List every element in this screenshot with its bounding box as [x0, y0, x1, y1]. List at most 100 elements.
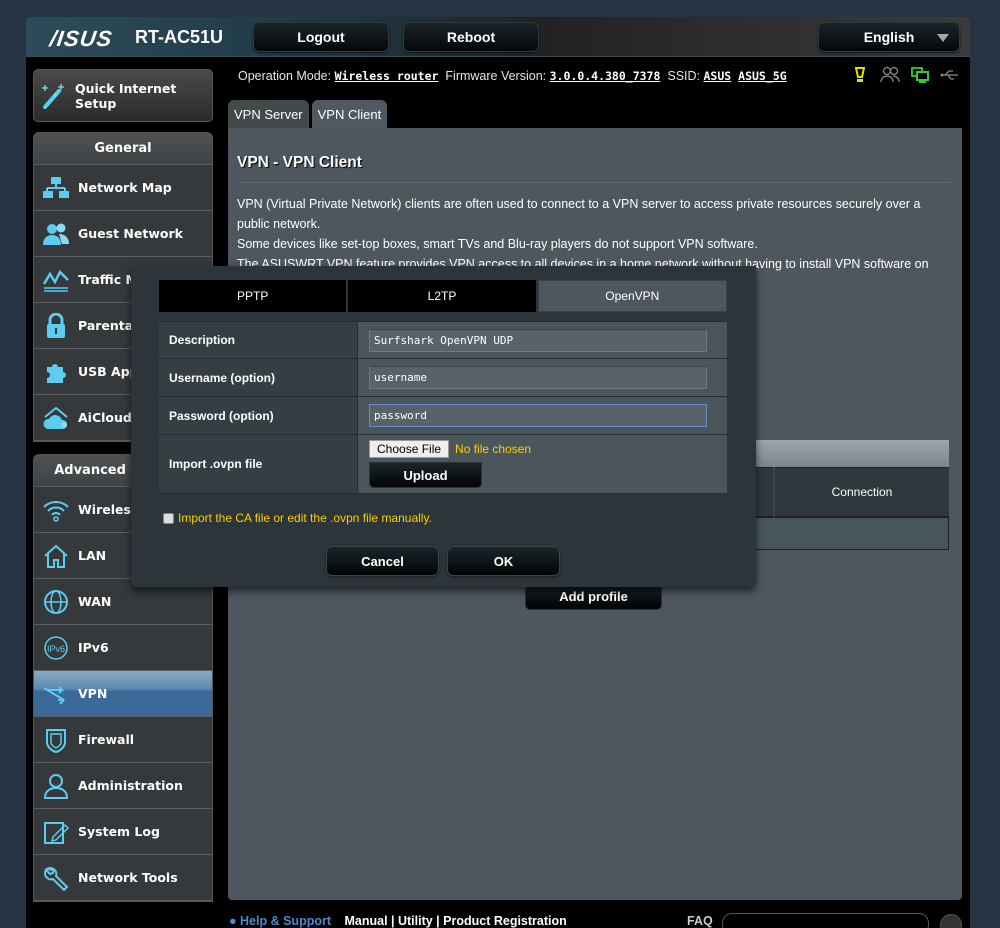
password-cell: password	[358, 397, 727, 434]
status-icons	[850, 66, 960, 84]
description-paragraph: Some devices like set-top boxes, smart T…	[237, 237, 758, 251]
sidebar-item-label: Administration	[78, 778, 183, 793]
sidebar-item-system-log[interactable]: System Log	[34, 809, 212, 855]
firmware-label: Firmware Version:	[445, 69, 547, 83]
form-row-description: Description Surfshark OpenVPN UDP	[159, 321, 727, 359]
username-input[interactable]: username	[369, 366, 707, 389]
sidebar-item-guest-network[interactable]: Guest Network	[34, 211, 212, 257]
general-menu-title: General	[34, 133, 212, 165]
wifi-icon	[34, 498, 78, 522]
file-upload-area: Choose File No file chosen Upload	[369, 436, 531, 492]
import-cell: Choose File No file chosen Upload	[358, 435, 727, 493]
vpn-tabs: VPN Server VPN Client	[228, 100, 388, 128]
sidebar-item-label: Network Map	[78, 180, 172, 195]
sidebar-item-label: System Log	[78, 824, 160, 839]
language-value: English	[863, 29, 915, 45]
vpn-profile-dialog: PPTP L2TP OpenVPN Description Surfshark …	[131, 266, 756, 587]
sidebar-item-label: Firewall	[78, 732, 135, 747]
quick-internet-setup-button[interactable]: Quick Internet Setup	[33, 69, 213, 122]
footer: ● Help & Support Manual | Utility | Prod…	[229, 914, 567, 928]
network-map-icon	[34, 176, 78, 200]
ca-option: Import the CA file or edit the .ovpn fil…	[163, 511, 432, 525]
led-icon[interactable]	[850, 66, 870, 84]
username-label: Username (option)	[159, 359, 358, 396]
choose-file-button[interactable]: Choose File	[369, 440, 450, 458]
clients-icon[interactable]	[880, 66, 900, 84]
operation-mode-link[interactable]: Wireless router	[335, 69, 439, 83]
ssid-link-5g[interactable]: ASUS_5G	[738, 69, 786, 83]
ok-button[interactable]: OK	[447, 546, 560, 576]
tab-l2tp[interactable]: L2TP	[348, 280, 538, 312]
sidebar-item-administration[interactable]: Administration	[34, 763, 212, 809]
password-label: Password (option)	[159, 397, 358, 434]
language-select[interactable]: English	[818, 22, 960, 52]
sidebar-item-ipv6[interactable]: IPv6 IPv6	[34, 625, 212, 671]
page-title: VPN - VPN Client	[237, 154, 362, 171]
page-description: VPN (Virtual Private Network) clients ar…	[237, 194, 949, 274]
operation-mode-label: Operation Mode:	[238, 69, 332, 83]
usb-icon[interactable]	[940, 66, 960, 84]
vpn-icon	[34, 682, 78, 706]
faq-search-input[interactable]	[722, 913, 929, 928]
password-input[interactable]: password	[369, 404, 707, 427]
cancel-button[interactable]: Cancel	[326, 546, 439, 576]
network-status-icon[interactable]	[910, 66, 930, 84]
sidebar-item-firewall[interactable]: Firewall	[34, 717, 212, 763]
ca-checkbox-label[interactable]: Import the CA file or edit the .ovpn fil…	[178, 511, 432, 525]
ssid-link-24g[interactable]: ASUS	[704, 69, 732, 83]
status-bar: Operation Mode: Wireless router Firmware…	[238, 69, 787, 83]
globe-icon	[34, 589, 78, 615]
help-support-link[interactable]: ● Help & Support	[229, 914, 331, 928]
description-input[interactable]: Surfshark OpenVPN UDP	[369, 328, 707, 352]
svg-text:IPv6: IPv6	[47, 644, 65, 654]
firmware-link[interactable]: 3.0.0.4.380_7378	[550, 69, 661, 83]
sidebar-item-label: VPN	[78, 686, 108, 701]
description-label: Description	[159, 322, 358, 358]
reboot-button[interactable]: Reboot	[403, 22, 539, 52]
ipv6-icon: IPv6	[34, 635, 78, 661]
user-icon	[34, 773, 78, 799]
faq-label: FAQ	[687, 914, 713, 928]
cloud-icon	[34, 405, 78, 431]
sidebar-item-network-tools[interactable]: Network Tools	[34, 855, 212, 901]
sidebar-item-label: Wireless	[78, 502, 139, 517]
model-name: RT-AC51U	[135, 27, 224, 47]
import-label: Import .ovpn file	[159, 435, 358, 493]
guest-network-icon	[34, 222, 78, 246]
home-icon	[34, 543, 78, 569]
form-row-username: Username (option) username	[159, 359, 727, 397]
ca-checkbox[interactable]	[163, 512, 174, 524]
logout-button[interactable]: Logout	[253, 22, 389, 52]
sidebar-item-label: Guest Network	[78, 226, 183, 241]
description-cell: Surfshark OpenVPN UDP	[358, 322, 727, 358]
description-paragraph: VPN (Virtual Private Network) clients ar…	[237, 197, 921, 231]
traffic-icon	[34, 268, 78, 292]
sidebar-item-vpn[interactable]: VPN	[34, 671, 212, 717]
puzzle-icon	[34, 359, 78, 385]
upload-button[interactable]: Upload	[369, 462, 482, 488]
quick-setup-label: Quick Internet Setup	[74, 80, 177, 111]
shield-icon	[34, 727, 78, 753]
username-cell: username	[358, 359, 727, 396]
tab-vpn-client[interactable]: VPN Client	[311, 100, 388, 128]
footer-links[interactable]: Manual | Utility | Product Registration	[344, 914, 566, 928]
wrench-icon	[34, 865, 78, 891]
sidebar-item-label: LAN	[78, 548, 107, 563]
ssid-label: SSID:	[667, 69, 701, 83]
form-row-import: Import .ovpn file Choose File No file ch…	[159, 435, 727, 494]
sidebar-item-network-map[interactable]: Network Map	[34, 165, 212, 211]
magic-wand-icon	[34, 81, 75, 111]
title-divider	[237, 182, 951, 183]
sidebar-item-label: IPv6	[78, 640, 109, 655]
chevron-down-icon	[937, 34, 949, 42]
log-icon	[34, 819, 78, 845]
asus-logo: /ISUS	[48, 26, 115, 51]
form-row-password: Password (option) password	[159, 397, 727, 435]
sidebar-item-label: WAN	[78, 594, 112, 609]
tab-vpn-server[interactable]: VPN Server	[228, 100, 309, 128]
openvpn-form: Description Surfshark OpenVPN UDP Userna…	[159, 321, 727, 494]
no-file-text: No file chosen	[455, 442, 532, 456]
tab-pptp[interactable]: PPTP	[159, 280, 349, 312]
tab-openvpn[interactable]: OpenVPN	[537, 280, 727, 312]
protocol-tabs: PPTP L2TP OpenVPN	[159, 280, 727, 312]
